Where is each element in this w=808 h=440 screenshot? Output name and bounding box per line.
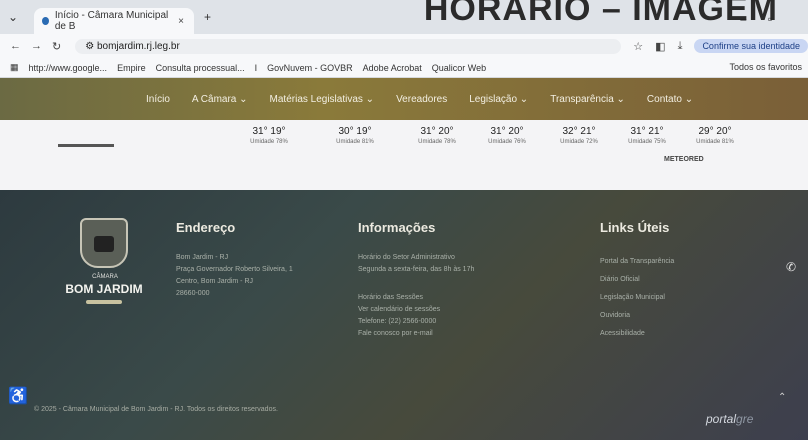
useful-link[interactable]: Legislação Municipal xyxy=(600,294,665,301)
nav-inicio[interactable]: Início xyxy=(146,94,170,105)
all-bookmarks-folder[interactable]: Todos os favoritos xyxy=(729,62,802,72)
maximize-icon[interactable]: ▫ xyxy=(768,12,772,26)
weather-humidity: Umidade 78% xyxy=(418,139,456,145)
nav-vereadores[interactable]: Vereadores xyxy=(396,94,447,105)
weather-temp: 31° 20° xyxy=(490,126,524,137)
overlay-title: HORÁRIO – IMAGEM xyxy=(423,0,778,28)
useful-link[interactable]: Portal da Transparência xyxy=(600,258,674,265)
whatsapp-icon[interactable]: ✆ xyxy=(786,260,796,274)
info-line: Ver calendário de sessões xyxy=(358,306,441,313)
info-line: Horário do Setor Administrativo xyxy=(358,254,455,261)
coat-of-arms-logo xyxy=(80,218,128,268)
weather-widget: 31° 19° Umidade 78% 30° 19° Umidade 81% … xyxy=(0,120,808,190)
useful-link[interactable]: Ouvidoria xyxy=(600,312,630,319)
weather-day: 30° 19° Umidade 81% xyxy=(320,126,390,145)
weather-day: 29° 20° Umidade 81% xyxy=(680,126,750,145)
weather-humidity: Umidade 81% xyxy=(336,139,374,145)
new-tab-button[interactable]: + xyxy=(204,10,211,24)
tab-search-icon[interactable]: ⌄ xyxy=(8,10,18,24)
footer-heading-links-uteis: Links Úteis xyxy=(600,220,670,235)
address-line: Bom Jardim - RJ xyxy=(176,254,229,261)
browser-tab-bar: ⌄ Início - Câmara Municipal de B × + HOR… xyxy=(0,0,808,34)
copyright-text: © 2025 - Câmara Municipal de Bom Jardim … xyxy=(34,406,278,413)
site-info-icon[interactable]: ⚙ xyxy=(85,41,97,52)
weather-humidity: Umidade 76% xyxy=(488,139,526,145)
info-line: Telefone: (22) 2566-0000 xyxy=(358,318,437,325)
useful-link[interactable]: Acessibilidade xyxy=(600,330,645,337)
url-text: bomjardim.rj.leg.br xyxy=(96,40,180,52)
back-icon[interactable]: ← xyxy=(10,40,21,52)
footer-heading-informacoes: Informações xyxy=(358,220,436,235)
nav-transparencia[interactable]: Transparência ⌄ xyxy=(550,94,625,105)
nav-legislacao[interactable]: Legislação ⌄ xyxy=(469,94,528,105)
accessibility-icon[interactable]: ♿ xyxy=(8,386,28,406)
bookmark-item[interactable]: I xyxy=(255,63,258,73)
tab-close-icon[interactable]: × xyxy=(178,16,184,27)
tab-title: Início - Câmara Municipal de B xyxy=(54,10,169,32)
address-bar-row: ← → ↻ ⚙ bomjardim.rj.leg.br ☆ ◧ ⤓ Confir… xyxy=(0,34,808,58)
weather-day: 31° 21° Umidade 75% xyxy=(612,126,682,145)
minimize-icon[interactable]: – xyxy=(740,12,747,26)
site-footer: CÂMARA BOM JARDIM Endereço Bom Jardim - … xyxy=(0,190,808,440)
site-nav-bar: Início A Câmara ⌄ Matérias Legislativas … xyxy=(0,78,808,120)
weather-humidity: Umidade 75% xyxy=(628,139,666,145)
nav-contato[interactable]: Contato ⌄ xyxy=(647,94,693,105)
nav-a-camara[interactable]: A Câmara ⌄ xyxy=(192,94,248,105)
address-line: Praça Governador Roberto Silveira, 1 xyxy=(176,266,293,273)
reload-icon[interactable]: ↻ xyxy=(52,40,61,53)
weather-humidity: Umidade 78% xyxy=(250,139,288,145)
url-input[interactable]: ⚙ bomjardim.rj.leg.br xyxy=(75,38,622,54)
weather-temp: 29° 20° xyxy=(698,126,732,137)
bookmarks-bar: ▦ http://www.google... Empire Consulta p… xyxy=(0,58,808,78)
useful-link[interactable]: Diário Oficial xyxy=(600,276,640,283)
bookmark-item[interactable]: http://www.google... xyxy=(29,63,108,73)
weather-humidity: Umidade 72% xyxy=(560,139,598,145)
footer-heading-endereco: Endereço xyxy=(176,220,236,235)
crest-shield xyxy=(94,236,114,252)
weather-temp: 30° 19° xyxy=(338,126,372,137)
weather-day: 32° 21° Umidade 72% xyxy=(544,126,614,145)
weather-day: 31° 20° Umidade 76% xyxy=(472,126,542,145)
portal-logo[interactable]: portalgre xyxy=(706,412,753,426)
address-line: Centro, Bom Jardim - RJ xyxy=(176,278,254,285)
weather-day: 31° 20° Umidade 78% xyxy=(402,126,472,145)
info-line: Horário das Sessões xyxy=(358,294,423,301)
address-line: 28660-000 xyxy=(176,290,210,297)
weather-temp: 31° 21° xyxy=(630,126,664,137)
portal-logo-text: portal xyxy=(706,412,737,426)
browser-tab[interactable]: Início - Câmara Municipal de B × xyxy=(34,8,194,34)
download-icon[interactable]: ⤓ xyxy=(678,40,683,53)
info-line: Segunda a sexta-feira, das 8h às 17h xyxy=(358,266,475,273)
weather-divider xyxy=(58,144,114,147)
weather-temp: 31° 19° xyxy=(252,126,286,137)
identity-button[interactable]: Confirme sua identidade xyxy=(694,39,808,53)
scroll-top-icon[interactable]: ⌃ xyxy=(778,392,786,403)
bookmark-item[interactable]: Consulta processual... xyxy=(156,63,245,73)
bookmark-item[interactable]: Adobe Acrobat xyxy=(363,63,422,73)
weather-provider-link[interactable]: METEORED xyxy=(664,156,704,163)
favicon-icon xyxy=(42,17,49,25)
info-line: Fale conosco por e-mail xyxy=(358,330,433,337)
bookmark-item[interactable]: Empire xyxy=(117,63,146,73)
bookmark-item[interactable]: Qualicor Web xyxy=(432,63,486,73)
forward-icon[interactable]: → xyxy=(31,40,42,52)
brand-badge xyxy=(86,300,122,304)
star-icon[interactable]: ☆ xyxy=(633,40,643,53)
apps-icon[interactable]: ▦ xyxy=(10,62,19,73)
extensions-icon[interactable]: ◧ xyxy=(655,40,665,53)
brand-name: BOM JARDIM xyxy=(65,282,143,296)
nav-materias-legislativas[interactable]: Matérias Legislativas ⌄ xyxy=(270,94,375,105)
portal-logo-suffix: gre xyxy=(736,412,754,426)
brand-top-label: CÂMARA xyxy=(92,274,118,280)
weather-temp: 31° 20° xyxy=(420,126,454,137)
weather-temp: 32° 21° xyxy=(562,126,596,137)
weather-day: 31° 19° Umidade 78% xyxy=(234,126,304,145)
bookmark-item[interactable]: GovNuvem - GOVBR xyxy=(267,63,353,73)
weather-humidity: Umidade 81% xyxy=(696,139,734,145)
